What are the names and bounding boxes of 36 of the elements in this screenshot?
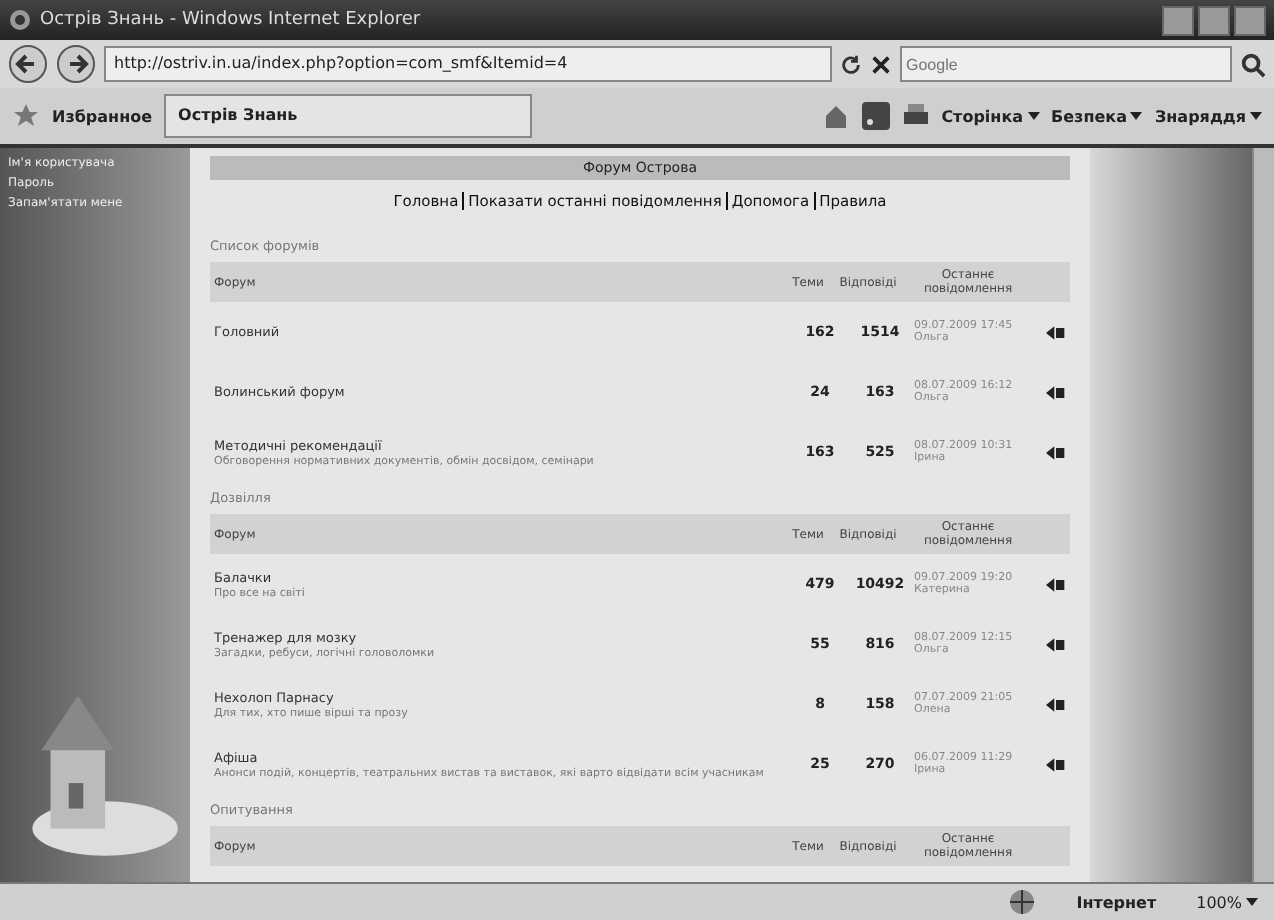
globe-icon (1008, 888, 1037, 916)
forward-button[interactable] (56, 44, 96, 84)
last-post-arrow-icon[interactable] (1046, 577, 1066, 591)
caret-icon (1027, 112, 1040, 121)
toolbar-menu[interactable]: Сторінка (941, 107, 1040, 125)
close-button[interactable] (1234, 5, 1266, 35)
refresh-icon[interactable] (840, 53, 862, 75)
caret-icon (1246, 898, 1258, 907)
search-field[interactable]: Google (900, 46, 1232, 82)
toolbar-menu[interactable]: Знаряддя (1154, 107, 1262, 125)
star-icon[interactable] (12, 102, 40, 130)
caret-icon (1250, 112, 1262, 121)
maximize-button[interactable] (1198, 5, 1230, 35)
last-post-arrow-icon[interactable] (1046, 637, 1066, 651)
browser-tab[interactable]: Острів Знань (164, 94, 533, 138)
feed-icon[interactable] (861, 102, 890, 130)
last-post-arrow-icon[interactable] (1046, 445, 1066, 459)
home-icon[interactable] (821, 102, 850, 130)
back-button[interactable] (8, 44, 48, 84)
search-icon[interactable] (1240, 51, 1266, 77)
security-zone: Інтернет (1076, 893, 1157, 911)
toolbar-menu[interactable]: Безпека (1051, 107, 1143, 125)
minimize-button[interactable] (1162, 5, 1194, 35)
scrollbar[interactable] (1252, 148, 1274, 882)
window-title: Острів Знань - Windows Internet Explorer (40, 10, 423, 30)
close-icon[interactable] (870, 53, 892, 75)
last-post-arrow-icon[interactable] (1046, 385, 1066, 399)
favorites-button[interactable]: Избранное (52, 107, 153, 125)
printer-icon[interactable] (901, 102, 930, 130)
last-post-arrow-icon[interactable] (1046, 325, 1066, 339)
browser-logo-icon (8, 8, 32, 32)
address-field[interactable]: http://ostriv.in.ua/index.php?option=com_smf&Itemid=4 (104, 46, 832, 82)
caret-icon (1130, 112, 1143, 121)
zoom-level[interactable]: 100% (1196, 893, 1258, 911)
last-post-arrow-icon[interactable] (1046, 757, 1066, 771)
last-post-arrow-icon[interactable] (1046, 697, 1066, 711)
